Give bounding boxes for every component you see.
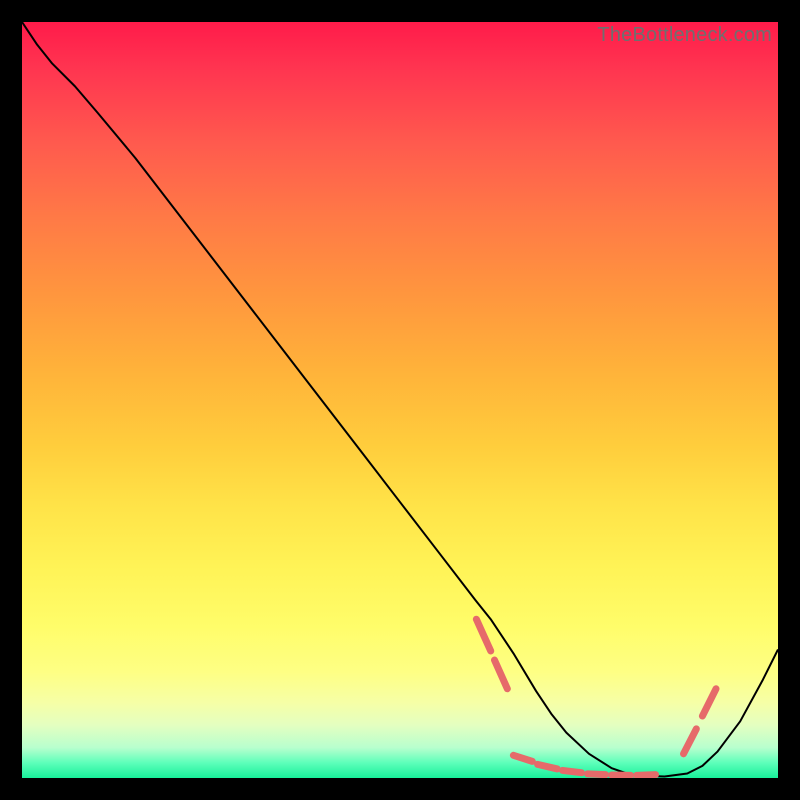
highlight-dashes — [476, 619, 716, 775]
watermark-text: TheBottleneck.com — [597, 24, 772, 47]
highlight-dash — [476, 619, 490, 651]
chart-frame: TheBottleneck.com — [0, 0, 800, 800]
bottleneck-curve — [22, 22, 778, 776]
highlight-dash — [513, 755, 532, 761]
highlight-dash — [637, 775, 656, 776]
highlight-dash — [538, 764, 558, 769]
highlight-dash — [702, 689, 716, 716]
highlight-dash — [563, 770, 582, 772]
highlight-dash — [495, 660, 508, 689]
plot-area: TheBottleneck.com — [22, 22, 778, 778]
chart-svg — [22, 22, 778, 778]
highlight-dash — [587, 774, 605, 775]
highlight-dash — [684, 729, 697, 754]
